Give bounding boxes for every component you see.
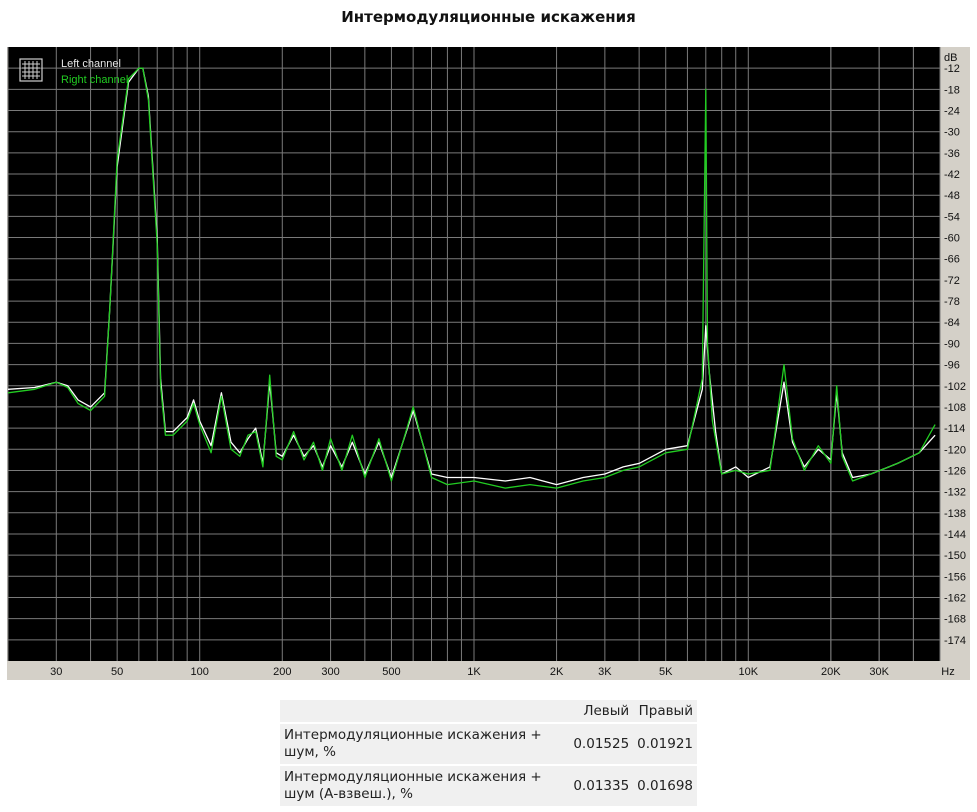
y-tick-label: -174	[944, 635, 966, 647]
results-header-right: Правый	[638, 703, 693, 719]
y-tick-labels: dB-12-18-24-30-36-42-48-54-60-66-72-78-8…	[944, 52, 966, 647]
x-tick-label: 5K	[659, 666, 673, 678]
y-tick-label: -72	[944, 275, 960, 287]
legend-entry: Right channel	[61, 74, 128, 86]
x-tick-label: 300	[321, 666, 339, 678]
y-tick-label: -114	[944, 423, 965, 435]
spectrum-svg: 30 50 100 200 300 500 1K 2K 3K 5K 10K 20K 30K Hz dB-1…	[7, 47, 966, 678]
y-tick-label: -54	[944, 211, 960, 223]
y-tick-label: -132	[944, 487, 966, 499]
results-table: Левый Правый Интермодуляционные искажени…	[280, 700, 697, 806]
y-tick-label: -168	[944, 614, 966, 626]
x-tick-label: 30K	[869, 666, 889, 678]
y-tick-label: -150	[944, 550, 966, 562]
y-tick-label: -66	[944, 254, 960, 266]
legend-entry: Left channel	[61, 58, 121, 70]
y-tick-label: -108	[944, 402, 966, 414]
y-tick-label: -156	[944, 571, 966, 583]
x-tick-label: 30	[50, 666, 62, 678]
results-row-right: 0.01921	[637, 736, 693, 752]
y-tick-label: -36	[944, 148, 960, 160]
x-tick-labels: 30 50 100 200 300 500 1K 2K 3K 5K 10K 20K 30K Hz	[50, 666, 955, 678]
y-tick-label: -102	[944, 381, 966, 393]
spectrum-chart: 30 50 100 200 300 500 1K 2K 3K 5K 10K 20K 30K Hz dB -1…	[7, 47, 970, 680]
results-row: Интермодуляционные искажения + шум, % 0.…	[280, 723, 697, 765]
results-row-label: Интермодуляционные искажения + шум, %	[284, 727, 542, 760]
results-row: Интермодуляционные искажения + шум (А-вз…	[280, 765, 697, 806]
y-tick-label: -90	[944, 338, 960, 350]
page-title: Интермодуляционные искажения	[341, 8, 636, 26]
y-tick-label: -60	[944, 233, 960, 245]
y-tick-label: -120	[944, 444, 966, 456]
x-unit-label: Hz	[941, 666, 954, 678]
x-tick-label: 100	[191, 666, 209, 678]
results-row-left: 0.01525	[573, 736, 630, 752]
y-tick-label: -162	[944, 592, 966, 604]
x-tick-label: 50	[111, 666, 123, 678]
results-header-label	[280, 700, 569, 723]
results-row-label: Интермодуляционные искажения + шум (А-вз…	[284, 769, 542, 802]
y-tick-label: -18	[944, 84, 960, 96]
x-tick-label: 20K	[821, 666, 841, 678]
x-tick-label: 2K	[550, 666, 564, 678]
results-row-left: 0.01335	[573, 778, 630, 794]
results-row-right: 0.01698	[637, 778, 693, 794]
x-tick-label: 3K	[598, 666, 612, 678]
x-tick-label: 10K	[738, 666, 758, 678]
y-tick-label: -12	[944, 63, 960, 75]
y-tick-label: -42	[944, 169, 960, 181]
y-tick-label: -84	[944, 317, 960, 329]
y-tick-label: -144	[944, 529, 966, 541]
y-tick-label: -24	[944, 106, 960, 118]
x-tick-label: 500	[382, 666, 400, 678]
y-tick-label: -138	[944, 508, 966, 520]
y-tick-label: -96	[944, 360, 960, 372]
x-tick-label: 200	[273, 666, 291, 678]
results-header-left: Левый	[583, 703, 630, 719]
results-header-row: Левый Правый	[280, 700, 697, 723]
y-tick-label: -78	[944, 296, 960, 308]
y-tick-label: -48	[944, 190, 960, 202]
x-tick-label: 1K	[467, 666, 481, 678]
y-tick-label: -126	[944, 465, 966, 477]
y-tick-label: -30	[944, 127, 960, 139]
